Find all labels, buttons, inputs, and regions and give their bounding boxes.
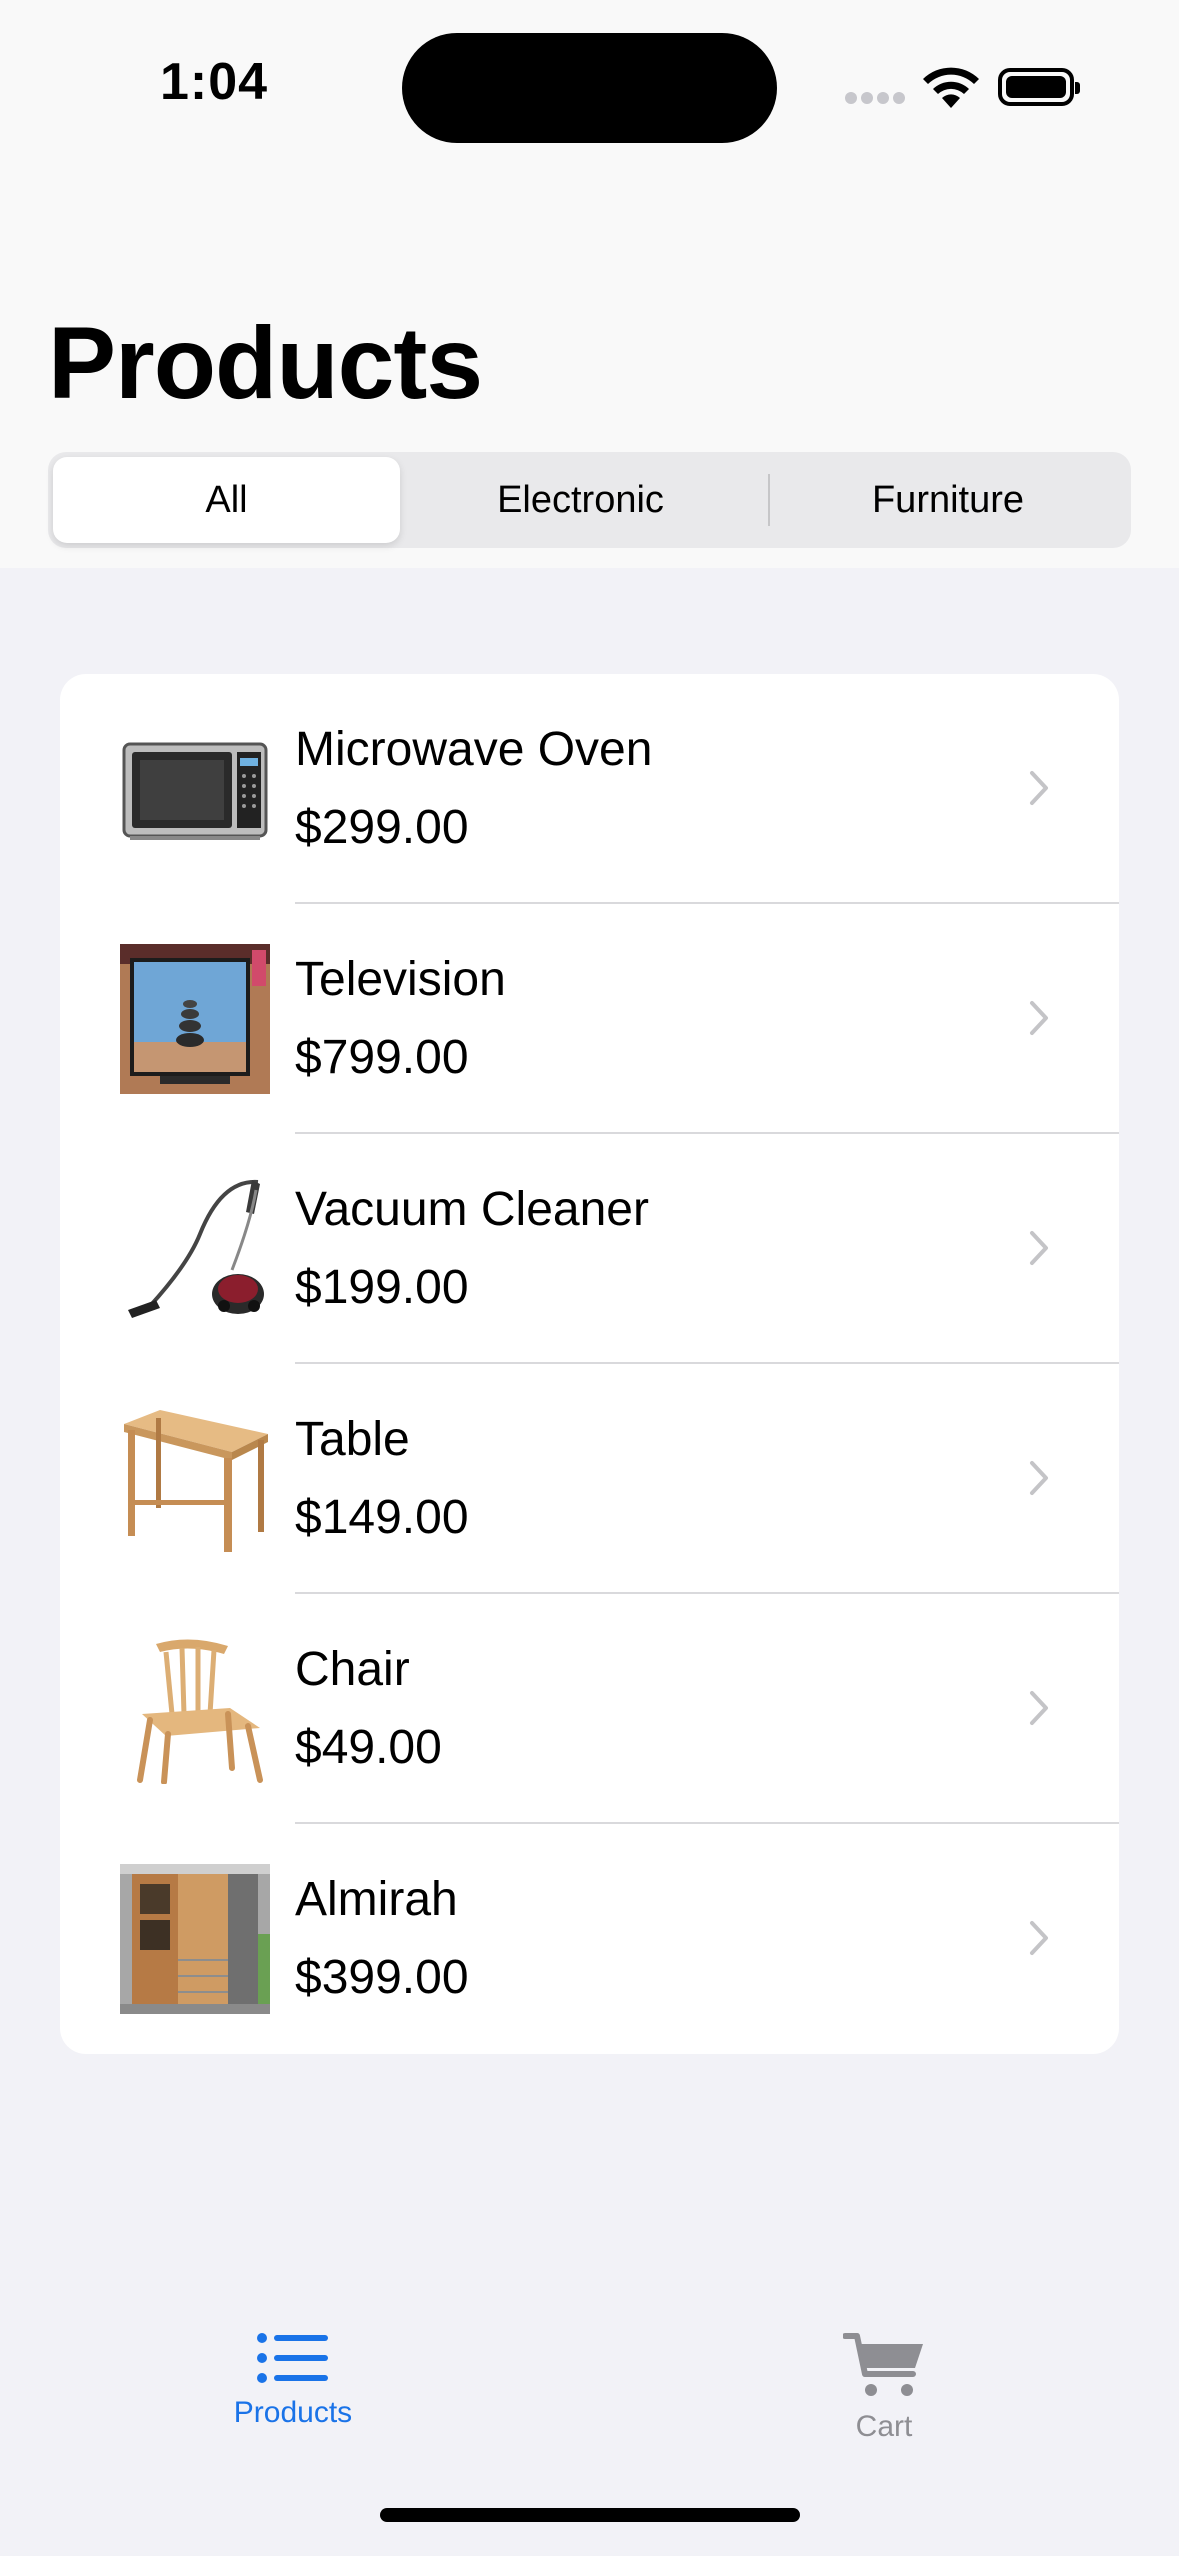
table-image (124, 1410, 268, 1552)
tab-cart[interactable]: Cart (784, 2330, 984, 2470)
product-list: Microwave Oven $299.00 Television $799.0… (60, 674, 1119, 2054)
navigation-header: 1:04 Products All Electronic Furniture (0, 0, 1179, 568)
product-row-table[interactable]: Table $149.00 (60, 1364, 1119, 1594)
vacuum-cleaner-image (128, 1179, 264, 1318)
product-row-almirah[interactable]: Almirah $399.00 (60, 1824, 1119, 2054)
cart-icon (843, 2333, 923, 2396)
chevron-right-icon (1030, 1231, 1048, 1265)
dynamic-island (402, 33, 777, 143)
product-price: $399.00 (295, 1951, 469, 2004)
segment-furniture[interactable]: Furniture (770, 457, 1126, 543)
product-name: Almirah (295, 1873, 458, 1926)
microwave-image (122, 742, 268, 840)
chevron-right-icon (1030, 1921, 1048, 1955)
product-price: $799.00 (295, 1031, 469, 1084)
product-row-microwave-oven[interactable]: Microwave Oven $299.00 (60, 674, 1119, 904)
product-name: Table (295, 1413, 410, 1466)
page-title: Products (48, 306, 483, 420)
product-row-chair[interactable]: Chair $49.00 (60, 1594, 1119, 1824)
product-name: Television (295, 953, 506, 1006)
chevron-right-icon (1030, 771, 1048, 805)
product-price: $149.00 (295, 1491, 469, 1544)
battery-icon (998, 68, 1080, 106)
segment-all[interactable]: All (53, 457, 400, 543)
chair-image (137, 1639, 263, 1784)
tab-products-label: Products (233, 2396, 353, 2429)
segment-electronic[interactable]: Electronic (400, 457, 761, 543)
product-name: Chair (295, 1643, 410, 1696)
product-price: $49.00 (295, 1721, 442, 1774)
product-price: $199.00 (295, 1261, 469, 1314)
product-price: $299.00 (295, 801, 469, 854)
status-time: 1:04 (160, 53, 269, 111)
tab-cart-label: Cart (855, 2410, 913, 2443)
almirah-image (120, 1864, 270, 2014)
television-image (120, 944, 270, 1094)
cellular-signal-icon (845, 92, 905, 106)
tab-products[interactable]: Products (193, 2330, 393, 2470)
wifi-icon (923, 67, 979, 108)
product-row-television[interactable]: Television $799.00 (60, 904, 1119, 1134)
product-name: Vacuum Cleaner (295, 1183, 649, 1236)
chevron-right-icon (1030, 1001, 1048, 1035)
category-segmented-control[interactable]: All Electronic Furniture (48, 452, 1131, 548)
list-icon (257, 2333, 328, 2383)
product-row-vacuum-cleaner[interactable]: Vacuum Cleaner $199.00 (60, 1134, 1119, 1364)
chevron-right-icon (1030, 1691, 1048, 1725)
chevron-right-icon (1030, 1461, 1048, 1495)
home-indicator (380, 2508, 800, 2522)
product-name: Microwave Oven (295, 723, 653, 776)
